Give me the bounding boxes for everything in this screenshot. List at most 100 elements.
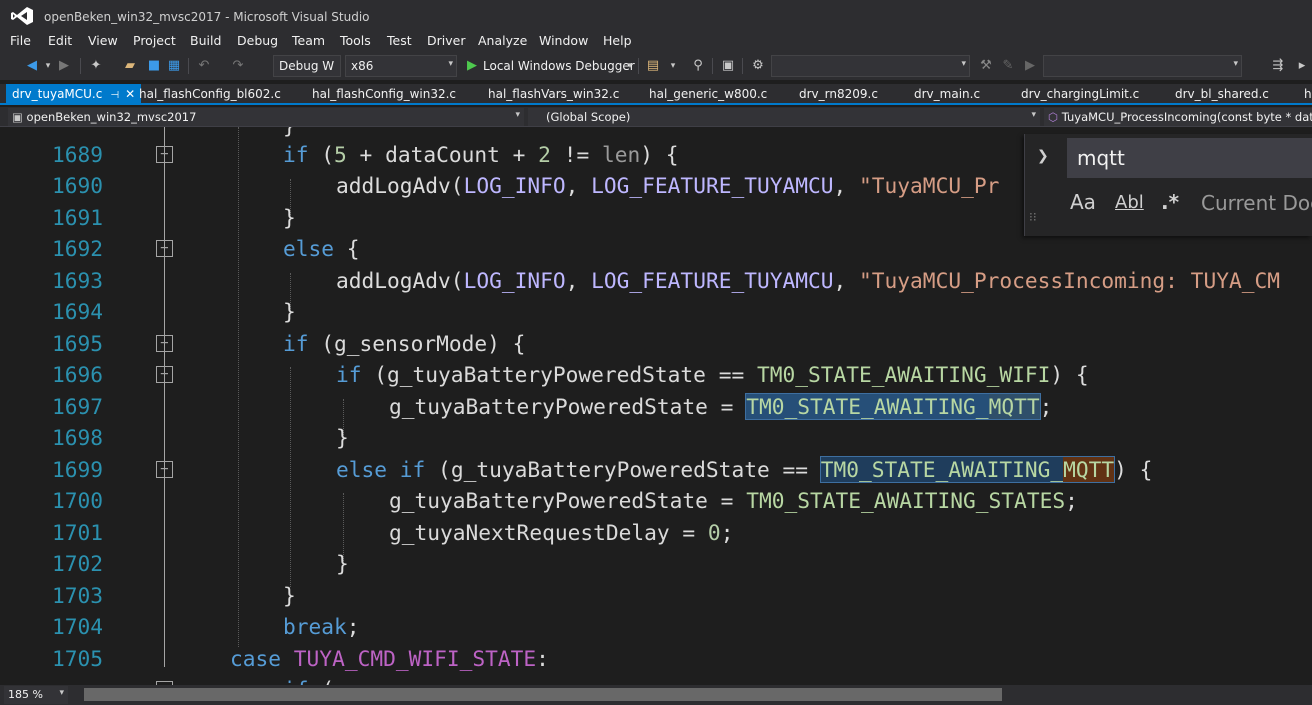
tab-hal-generic-w800[interactable]: hal_generic_w800.c [649, 87, 767, 101]
chevron-down-icon: ▾ [961, 59, 966, 69]
code-line: 1699 − else if (g_tuyaBatteryPoweredStat… [52, 456, 1153, 483]
solution-configuration-dropdown[interactable]: Debug W [273, 55, 341, 77]
navigate-back-icon[interactable]: ◀ [24, 58, 40, 74]
editor-bottom-bar: 185 % ▾ [0, 685, 1312, 705]
chevron-down-icon[interactable]: ▾ [622, 58, 638, 74]
menu-project[interactable]: Project [133, 33, 176, 48]
find-input[interactable]: mqtt [1067, 138, 1312, 178]
regex-icon[interactable]: .* [1161, 190, 1179, 214]
find-widget: ❯ mqtt Aa Abl .* Current Doc ⁝⁝ [1024, 134, 1312, 236]
collapse-icon[interactable]: − [156, 335, 173, 352]
tab-drv-tuyamcu[interactable]: drv_tuyaMCU.c ⊣ ✕ [6, 84, 142, 105]
menu-tools[interactable]: Tools [340, 33, 371, 48]
tab-overflow[interactable]: h [1304, 87, 1312, 101]
toolbar-right-dropdown[interactable]: ▾ [1043, 55, 1242, 77]
start-debugger-button[interactable]: Local Windows Debugger [483, 59, 635, 73]
collapse-icon[interactable]: − [156, 146, 173, 163]
step-icon[interactable]: ⇶ [1270, 58, 1286, 74]
code-line: 1705 case TUYA_CMD_WIFI_STATE: [52, 646, 549, 671]
toolbar-search-dropdown[interactable]: ▾ [771, 55, 970, 77]
tab-drv-charginglimit[interactable]: drv_chargingLimit.c [1021, 87, 1139, 101]
navigation-bar: ▣ openBeken_win32_mvsc2017 ▾ (Global Sco… [0, 107, 1312, 127]
line-number: 1702 [52, 551, 104, 576]
undo-icon[interactable]: ↶ [196, 58, 212, 74]
function-dropdown[interactable]: ⬡ TuyaMCU_ProcessIncoming(const byte * d… [1044, 108, 1312, 126]
menu-team[interactable]: Team [292, 33, 325, 48]
pin-icon[interactable]: ⊣ [110, 90, 119, 101]
tab-hal-flashconfig-bl602[interactable]: hal_flashConfig_bl602.c [139, 87, 281, 101]
save-all-icon[interactable]: ▦ [166, 58, 182, 74]
start-debugging-icon[interactable]: ▶ [464, 58, 480, 74]
menu-driver[interactable]: Driver [427, 33, 465, 48]
chevron-down-icon: ▾ [59, 688, 64, 698]
toolbar-separator [638, 58, 639, 74]
platform-value: x86 [351, 59, 374, 73]
chevron-down-icon: ▾ [448, 59, 453, 69]
new-project-icon[interactable]: ✦ [88, 58, 104, 74]
chevron-down-icon: ▾ [515, 110, 520, 120]
find-match[interactable]: TM0_STATE_AWAITING_MQTT [819, 456, 1116, 483]
find-match-current[interactable]: TM0_STATE_AWAITING_MQTT [745, 393, 1041, 420]
line-number: 1697 [52, 394, 104, 419]
open-file-icon[interactable]: ▰ [122, 58, 138, 74]
attach-icon[interactable]: ⚙ [750, 58, 766, 74]
expand-replace-icon[interactable]: ❯ [1037, 148, 1049, 164]
tab-hal-flashconfig-win32[interactable]: hal_flashConfig_win32.c [312, 87, 456, 101]
line-number: 1693 [52, 268, 104, 293]
menu-analyze[interactable]: Analyze [478, 33, 527, 48]
match-case-icon[interactable]: Aa [1070, 190, 1096, 214]
code-line: 1694 } [52, 299, 296, 324]
tab-label: drv_tuyaMCU.c [12, 87, 103, 101]
horizontal-scrollbar-thumb[interactable] [84, 688, 1002, 701]
resize-grip-icon[interactable]: ⁝⁝ [1029, 210, 1037, 224]
tab-drv-rn8209[interactable]: drv_rn8209.c [799, 87, 878, 101]
code-line: 1696 − if (g_tuyaBatteryPoweredState == … [52, 362, 1089, 387]
line-number: 1699 [52, 457, 104, 482]
zoom-dropdown[interactable]: 185 % ▾ [4, 686, 68, 704]
menu-window[interactable]: Window [539, 33, 588, 48]
scope-dropdown[interactable]: (Global Scope) ▾ [528, 108, 1040, 126]
solution-platform-dropdown[interactable]: x86 ▾ [345, 55, 457, 77]
menu-view[interactable]: View [88, 33, 118, 48]
save-icon[interactable]: ■ [146, 58, 162, 74]
code-line: 1702 } [52, 551, 349, 576]
menu-help[interactable]: Help [603, 33, 632, 48]
browse-icon[interactable]: ⚲ [690, 58, 706, 74]
project-dropdown[interactable]: ▣ openBeken_win32_mvsc2017 ▾ [8, 108, 524, 126]
line-number: 1696 [52, 362, 104, 387]
chevron-down-icon[interactable]: ▾ [40, 58, 56, 74]
collapse-icon[interactable]: − [156, 366, 173, 383]
menu-debug[interactable]: Debug [237, 33, 278, 48]
chevron-down-icon[interactable]: ▾ [665, 58, 681, 74]
bookmark-icon[interactable]: ▣ [720, 58, 736, 74]
navigate-forward-icon[interactable]: ▶ [56, 58, 72, 74]
line-number: 1700 [52, 488, 104, 513]
title-bar: openBeken_win32_mvsc2017 - Microsoft Vis… [0, 0, 1312, 30]
wrench-icon[interactable]: ⚒ [978, 58, 994, 74]
pencil-icon[interactable]: ✎ [1000, 58, 1016, 74]
tab-drv-bl-shared[interactable]: drv_bl_shared.c [1175, 87, 1269, 101]
line-number: 1691 [52, 205, 104, 230]
close-icon[interactable]: ✕ [125, 87, 135, 101]
collapse-icon[interactable]: − [156, 240, 173, 257]
tab-hal-flashvars-win32[interactable]: hal_flashVars_win32.c [488, 87, 619, 101]
menu-file[interactable]: File [10, 33, 31, 48]
collapse-icon[interactable]: − [156, 461, 173, 478]
find-in-files-icon[interactable]: ▤ [645, 58, 661, 74]
redo-icon[interactable]: ↷ [230, 58, 246, 74]
menu-build[interactable]: Build [190, 33, 221, 48]
go-icon[interactable]: ▶ [1022, 58, 1038, 74]
find-scope-dropdown[interactable]: Current Doc [1201, 191, 1312, 215]
line-number: 1690 [52, 173, 104, 198]
menu-test[interactable]: Test [387, 33, 412, 48]
document-tab-strip: drv_tuyaMCU.c ⊣ ✕ hal_flashConfig_bl602.c … [0, 84, 1312, 105]
project-name: openBeken_win32_mvsc2017 [26, 110, 197, 124]
visual-studio-logo-icon [11, 7, 33, 25]
code-line: 1692 − else { [52, 236, 360, 261]
chevron-down-icon: ▾ [1233, 59, 1238, 69]
match-whole-word-icon[interactable]: Abl [1115, 192, 1144, 213]
window-title: openBeken_win32_mvsc2017 - Microsoft Vis… [44, 10, 370, 24]
menu-edit[interactable]: Edit [48, 33, 72, 48]
overflow-icon[interactable]: ▸ [1294, 58, 1310, 74]
tab-drv-main[interactable]: drv_main.c [914, 87, 980, 101]
